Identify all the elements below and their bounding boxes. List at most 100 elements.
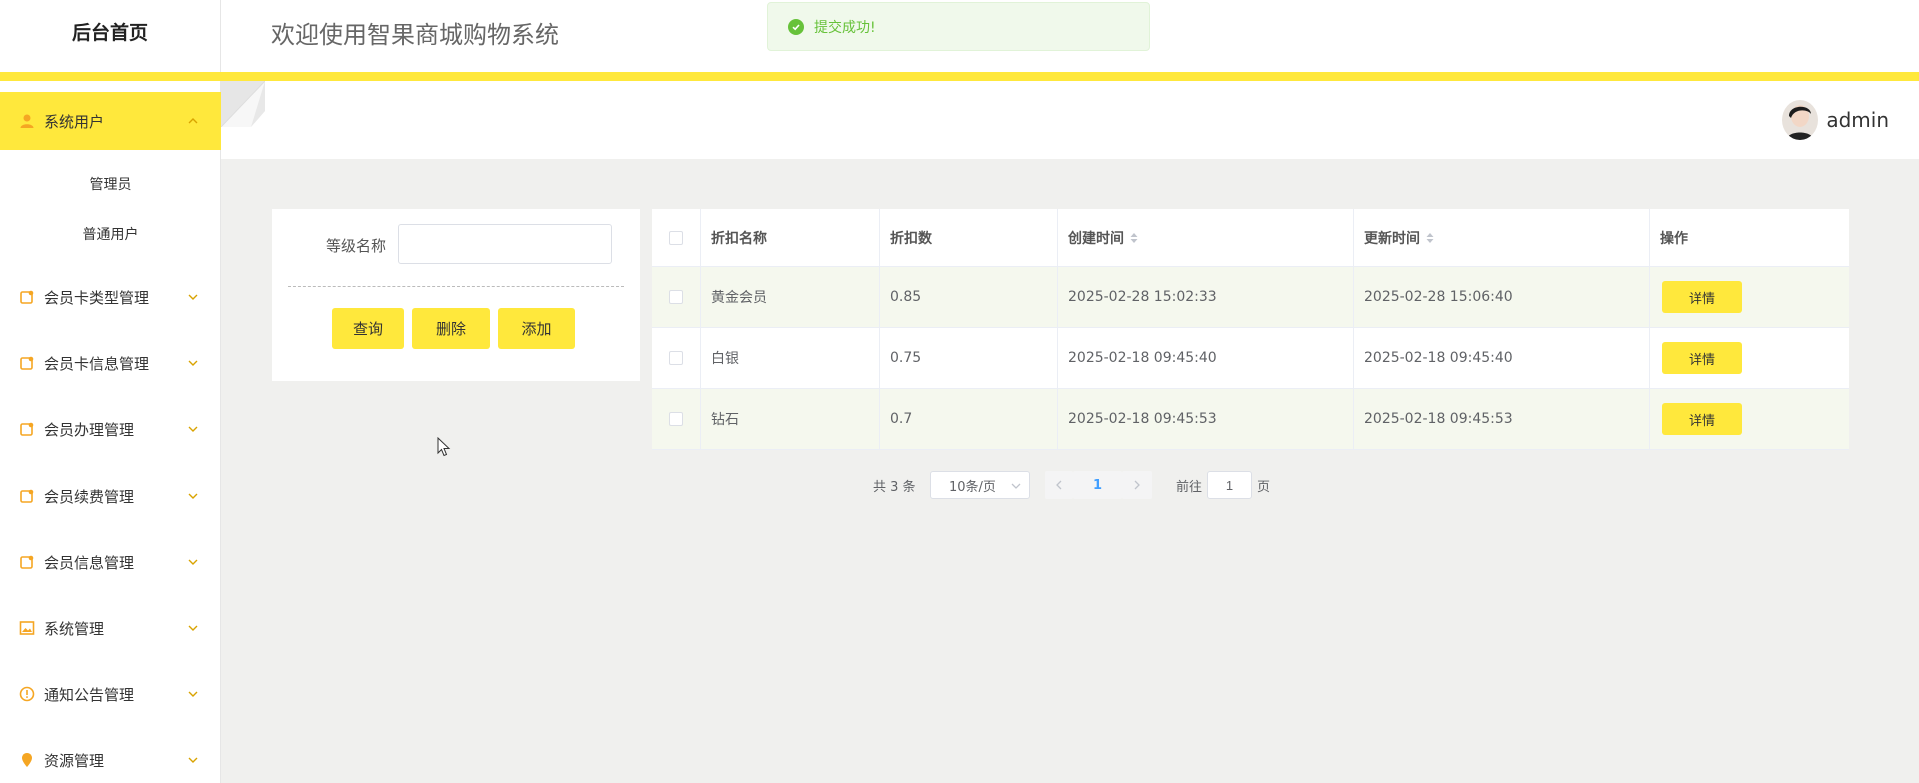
chevron-down-icon xyxy=(187,622,199,634)
chevron-down-icon xyxy=(187,556,199,568)
sub-header xyxy=(221,81,1919,159)
pagination-total: 共 3 条 xyxy=(873,479,916,495)
page-size-value: 10条/页 xyxy=(949,479,996,495)
detail-button[interactable]: 详情 xyxy=(1662,342,1742,374)
cell-discount-name: 黄金会员 xyxy=(701,267,880,327)
menu-label: 系统用户 xyxy=(44,112,105,131)
chevron-down-icon xyxy=(187,490,199,502)
select-all-cell xyxy=(652,209,701,266)
menu-label: 会员信息管理 xyxy=(44,553,135,572)
header-created-time[interactable]: 创建时间 xyxy=(1058,209,1354,266)
menu-item-renewal[interactable]: 会员续费管理 xyxy=(0,467,221,525)
header-label: 创建时间 xyxy=(1068,230,1124,247)
goto-page-input[interactable] xyxy=(1207,471,1252,499)
menu-item-system-mgmt[interactable]: 系统管理 xyxy=(0,599,221,657)
doc-icon xyxy=(18,553,36,571)
menu-item-card-info[interactable]: 会员卡信息管理 xyxy=(0,334,221,392)
cell-created-time: 2025-02-18 09:45:53 xyxy=(1058,389,1354,449)
header-updated-time[interactable]: 更新时间 xyxy=(1354,209,1650,266)
row-select-cell xyxy=(652,389,701,449)
menu-label: 会员续费管理 xyxy=(44,487,135,506)
menu-item-card-type[interactable]: 会员卡类型管理 xyxy=(0,268,221,326)
chevron-left-icon xyxy=(1056,480,1062,490)
detail-button[interactable]: 详情 xyxy=(1662,281,1742,313)
chevron-down-icon xyxy=(187,291,199,303)
check-circle-icon xyxy=(788,18,804,35)
chevron-down-icon xyxy=(1011,480,1021,495)
level-name-input[interactable] xyxy=(398,224,612,264)
cell-discount-name: 白银 xyxy=(701,328,880,388)
doc-icon xyxy=(18,420,36,438)
menu-label: 会员卡类型管理 xyxy=(44,288,150,307)
next-page-button[interactable] xyxy=(1122,471,1152,499)
image-icon xyxy=(18,619,36,637)
menu-item-membership[interactable]: 会员办理管理 xyxy=(0,400,221,458)
doc-icon xyxy=(18,354,36,372)
cell-created-time: 2025-02-28 15:02:33 xyxy=(1058,267,1354,327)
brand-title[interactable]: 后台首页 xyxy=(0,0,220,66)
menu-item-notices[interactable]: 通知公告管理 xyxy=(0,665,221,723)
delete-button[interactable]: 删除 xyxy=(412,308,490,349)
prev-page-button[interactable] xyxy=(1045,471,1073,499)
toast-message: 提交成功! xyxy=(814,19,876,36)
table-row: 黄金会员 0.85 2025-02-28 15:02:33 2025-02-28… xyxy=(652,267,1849,328)
cell-updated-time: 2025-02-18 09:45:40 xyxy=(1354,328,1650,388)
row-select-cell xyxy=(652,328,701,388)
cell-created-time: 2025-02-18 09:45:40 xyxy=(1058,328,1354,388)
pin-icon xyxy=(18,751,36,769)
detail-button[interactable]: 详情 xyxy=(1662,403,1742,435)
level-name-label: 等级名称 xyxy=(326,237,387,255)
mouse-cursor-icon xyxy=(437,436,451,461)
chevron-down-icon xyxy=(187,754,199,766)
page-size-select[interactable]: 10条/页 xyxy=(930,471,1030,499)
menu-item-system-users[interactable]: 系统用户 xyxy=(0,92,221,150)
header-discount-value: 折扣数 xyxy=(880,209,1058,266)
header-accent-bar xyxy=(0,72,1919,81)
menu-label: 会员卡信息管理 xyxy=(44,354,150,373)
collapse-toggle-icon[interactable] xyxy=(220,80,266,128)
table-header: 折扣名称 折扣数 创建时间 更新时间 操作 xyxy=(652,209,1849,267)
header-actions: 操作 xyxy=(1660,230,1688,247)
chevron-right-icon xyxy=(1134,480,1140,490)
menu-item-member-info[interactable]: 会员信息管理 xyxy=(0,533,221,591)
user-icon xyxy=(18,112,36,130)
sort-icon[interactable] xyxy=(1426,232,1434,244)
welcome-title: 欢迎使用智果商城购物系统 xyxy=(271,21,559,49)
row-select-cell xyxy=(652,267,701,327)
cell-updated-time: 2025-02-28 15:06:40 xyxy=(1354,267,1650,327)
search-divider xyxy=(288,286,624,287)
chevron-down-icon xyxy=(187,688,199,700)
cell-actions: 详情 xyxy=(1650,267,1849,327)
query-button[interactable]: 查询 xyxy=(332,308,404,349)
goto-prefix: 前往 xyxy=(1176,479,1203,495)
doc-icon xyxy=(18,288,36,306)
info-icon xyxy=(18,685,36,703)
row-checkbox[interactable] xyxy=(669,290,683,304)
menu-label: 通知公告管理 xyxy=(44,685,135,704)
sort-icon[interactable] xyxy=(1130,232,1138,244)
submenu-item-admin[interactable]: 管理员 xyxy=(0,161,221,209)
page-number-current[interactable]: 1 xyxy=(1073,471,1122,499)
doc-icon xyxy=(18,487,36,505)
row-checkbox[interactable] xyxy=(669,351,683,365)
username: admin xyxy=(1826,108,1889,132)
chevron-up-icon xyxy=(187,115,199,127)
header-discount-name: 折扣名称 xyxy=(701,209,880,266)
menu-label: 系统管理 xyxy=(44,619,105,638)
goto-suffix: 页 xyxy=(1257,479,1271,495)
row-checkbox[interactable] xyxy=(669,412,683,426)
select-all-checkbox[interactable] xyxy=(669,230,683,245)
avatar xyxy=(1782,100,1819,140)
menu-item-resources[interactable]: 资源管理 xyxy=(0,731,221,783)
cell-actions: 详情 xyxy=(1650,389,1849,449)
submenu-item-normal-users[interactable]: 普通用户 xyxy=(0,211,221,259)
cell-discount-value: 0.85 xyxy=(880,267,1058,327)
cell-updated-time: 2025-02-18 09:45:53 xyxy=(1354,389,1650,449)
cell-actions: 详情 xyxy=(1650,328,1849,388)
add-button[interactable]: 添加 xyxy=(498,308,575,349)
user-menu[interactable]: admin xyxy=(1782,100,1889,140)
cell-discount-name: 钻石 xyxy=(701,389,880,449)
table-row: 白银 0.75 2025-02-18 09:45:40 2025-02-18 0… xyxy=(652,328,1849,389)
cell-discount-value: 0.7 xyxy=(880,389,1058,449)
search-panel: 等级名称 查询 删除 添加 xyxy=(272,209,640,381)
